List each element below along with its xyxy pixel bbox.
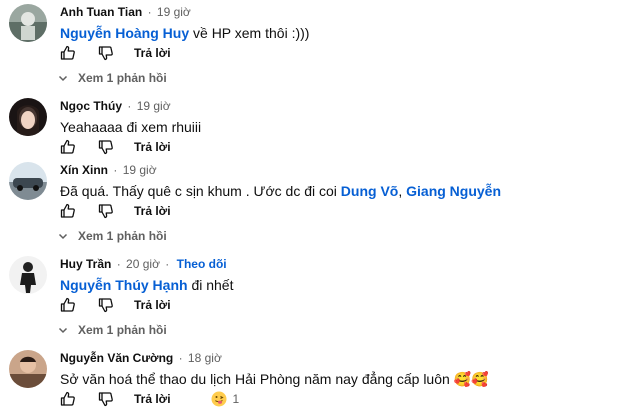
comment-item: Xín Xinn · 19 giờ Đã quá. Thấy quê c sịn… bbox=[0, 162, 640, 252]
reply-button[interactable]: Trả lời bbox=[134, 46, 171, 60]
dislike-button[interactable] bbox=[96, 295, 116, 315]
author-name[interactable]: Ngọc Thúy bbox=[60, 99, 122, 113]
dislike-button[interactable] bbox=[96, 201, 116, 221]
comment-text: Đã quá. Thấy quê c sịn khum . Ước dc đi … bbox=[60, 181, 501, 201]
timestamp[interactable]: 19 giờ bbox=[137, 99, 171, 113]
author-name[interactable]: Xín Xinn bbox=[60, 163, 108, 177]
comment-header: Anh Tuan Tian · 19 giờ bbox=[60, 4, 191, 20]
comment-actions: Trả lời bbox=[58, 43, 171, 63]
reply-button[interactable]: Trả lời bbox=[134, 392, 171, 406]
reaction-badge[interactable]: 1 bbox=[211, 391, 240, 407]
comment-item: Nguyễn Văn Cường · 18 giờ Sở văn hoá thể… bbox=[0, 350, 640, 414]
comment-item: Huy Trần · 20 giờ · Theo dõi Nguyễn Thúy… bbox=[0, 256, 640, 346]
thumbs-down-icon bbox=[98, 298, 113, 313]
mention-separator: , bbox=[398, 183, 407, 199]
comment-actions: Trả lời bbox=[58, 137, 171, 157]
reply-button[interactable]: Trả lời bbox=[134, 204, 171, 218]
thumbs-up-icon bbox=[60, 139, 75, 154]
timestamp[interactable]: 19 giờ bbox=[123, 163, 157, 177]
author-name[interactable]: Nguyễn Văn Cường bbox=[60, 351, 173, 365]
comment-body: về HP xem thôi :))) bbox=[189, 25, 310, 41]
dislike-button[interactable] bbox=[96, 137, 116, 157]
comment-actions: Trả lời bbox=[58, 295, 171, 315]
comment-item: Anh Tuan Tian · 19 giờ Nguyễn Hoàng Huy … bbox=[0, 4, 640, 94]
comment-body: Đã quá. Thấy quê c sịn khum . Ước dc đi … bbox=[60, 183, 341, 199]
like-button[interactable] bbox=[58, 43, 78, 63]
comment-header: Nguyễn Văn Cường · 18 giờ bbox=[60, 350, 222, 366]
thumbs-up-icon bbox=[60, 391, 75, 406]
comment-text: Nguyễn Hoàng Huy về HP xem thôi :))) bbox=[60, 23, 309, 43]
comment-text: Yeahaaaa đi xem rhuiii bbox=[60, 117, 201, 137]
comment-actions: Trả lời 1 bbox=[58, 389, 239, 409]
comment-body: đi nhết bbox=[187, 277, 234, 293]
reaction-count: 1 bbox=[232, 392, 240, 406]
follow-separator: · bbox=[165, 257, 170, 271]
timestamp[interactable]: 19 giờ bbox=[157, 5, 191, 19]
chevron-down-icon bbox=[58, 233, 68, 240]
comment-body: Sở văn hoá thể thao du lịch Hải Phòng nă… bbox=[60, 371, 489, 387]
like-button[interactable] bbox=[58, 201, 78, 221]
mention-link[interactable]: Dung Võ bbox=[341, 183, 399, 199]
view-replies-button[interactable]: Xem 1 phản hồi bbox=[58, 71, 167, 85]
dislike-button[interactable] bbox=[96, 43, 116, 63]
comment-header: Xín Xinn · 19 giờ bbox=[60, 162, 157, 178]
thumbs-down-icon bbox=[98, 46, 113, 61]
reply-button[interactable]: Trả lời bbox=[134, 140, 171, 154]
chevron-down-icon bbox=[58, 327, 68, 334]
thumbs-up-icon bbox=[60, 203, 75, 218]
view-replies-label: Xem 1 phản hồi bbox=[78, 229, 167, 243]
timestamp-separator: · bbox=[116, 257, 121, 271]
view-replies-button[interactable]: Xem 1 phản hồi bbox=[58, 229, 167, 243]
reply-button[interactable]: Trả lời bbox=[134, 298, 171, 312]
avatar[interactable] bbox=[9, 162, 47, 200]
timestamp-separator: · bbox=[127, 99, 132, 113]
author-name[interactable]: Anh Tuan Tian bbox=[60, 5, 142, 19]
avatar[interactable] bbox=[9, 4, 47, 42]
avatar[interactable] bbox=[9, 256, 47, 294]
thumbs-down-icon bbox=[98, 140, 113, 155]
author-name[interactable]: Huy Trần bbox=[60, 257, 111, 271]
dislike-button[interactable] bbox=[96, 389, 116, 409]
face-with-tongue-emoji-icon bbox=[211, 391, 227, 407]
mention-link[interactable]: Giang Nguyễn bbox=[406, 183, 501, 199]
comment-header: Huy Trần · 20 giờ · Theo dõi bbox=[60, 256, 227, 272]
like-button[interactable] bbox=[58, 137, 78, 157]
comment-text: Nguyễn Thúy Hạnh đi nhết bbox=[60, 275, 234, 295]
timestamp[interactable]: 20 giờ bbox=[126, 257, 160, 271]
timestamp-separator: · bbox=[178, 351, 183, 365]
comment-text: Sở văn hoá thể thao du lịch Hải Phòng nă… bbox=[60, 369, 489, 389]
thumbs-down-icon bbox=[98, 392, 113, 407]
thumbs-up-icon bbox=[60, 45, 75, 60]
comment-header: Ngọc Thúy · 19 giờ bbox=[60, 98, 171, 114]
comment-actions: Trả lời bbox=[58, 201, 171, 221]
mention-link[interactable]: Nguyễn Hoàng Huy bbox=[60, 25, 189, 41]
follow-button[interactable]: Theo dõi bbox=[177, 257, 227, 271]
view-replies-label: Xem 1 phản hồi bbox=[78, 323, 167, 337]
like-button[interactable] bbox=[58, 295, 78, 315]
view-replies-button[interactable]: Xem 1 phản hồi bbox=[58, 323, 167, 337]
timestamp[interactable]: 18 giờ bbox=[188, 351, 222, 365]
comment-item: Ngọc Thúy · 19 giờ Yeahaaaa đi xem rhuii… bbox=[0, 98, 640, 158]
mention-link[interactable]: Nguyễn Thúy Hạnh bbox=[60, 277, 188, 293]
timestamp-separator: · bbox=[113, 163, 118, 177]
thumbs-down-icon bbox=[98, 204, 113, 219]
thumbs-up-icon bbox=[60, 297, 75, 312]
avatar[interactable] bbox=[9, 350, 47, 388]
chevron-down-icon bbox=[58, 75, 68, 82]
avatar[interactable] bbox=[9, 98, 47, 136]
timestamp-separator: · bbox=[147, 5, 152, 19]
like-button[interactable] bbox=[58, 389, 78, 409]
comment-body: Yeahaaaa đi xem rhuiii bbox=[60, 119, 202, 135]
view-replies-label: Xem 1 phản hồi bbox=[78, 71, 167, 85]
